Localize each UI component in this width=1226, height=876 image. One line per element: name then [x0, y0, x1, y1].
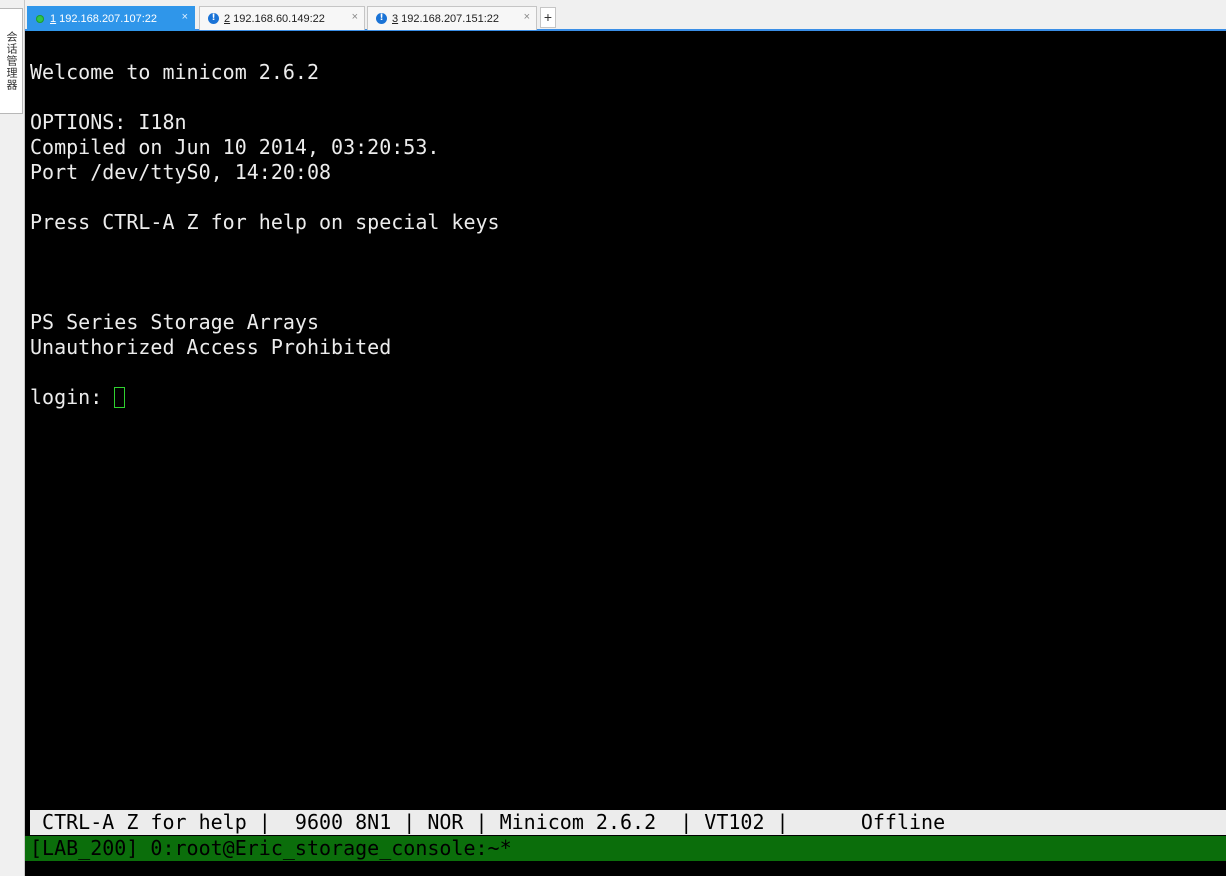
warning-icon: !: [208, 13, 219, 24]
terminal-area[interactable]: Welcome to minicom 2.6.2 OPTIONS: I18n C…: [25, 31, 1226, 876]
tmux-status-bar: [LAB_200] 0:root@Eric_storage_console:~*: [25, 836, 1226, 861]
tab-label: 192.168.60.149:22: [233, 12, 325, 25]
close-icon[interactable]: ×: [352, 11, 358, 23]
connected-status-icon: [36, 15, 44, 23]
tab-session-1[interactable]: 1 192.168.207.107:22 ×: [27, 6, 195, 31]
terminal-line: Welcome to minicom 2.6.2: [30, 60, 319, 84]
terminal-line: Unauthorized Access Prohibited: [30, 335, 392, 359]
tab-label: 192.168.207.151:22: [401, 12, 499, 25]
tab-session-2[interactable]: ! 2 192.168.60.149:22 ×: [199, 6, 365, 30]
terminal-line: Compiled on Jun 10 2014, 03:20:53.: [30, 135, 440, 159]
tab-number: 2: [224, 12, 231, 25]
close-icon[interactable]: ×: [182, 11, 188, 23]
tab-session-3[interactable]: ! 3 192.168.207.151:22 ×: [367, 6, 537, 30]
session-sidebar: 会话管理器: [0, 0, 25, 876]
warning-icon: !: [376, 13, 387, 24]
terminal-line: Press CTRL-A Z for help on special keys: [30, 210, 500, 234]
terminal-cursor: [114, 387, 126, 408]
tab-number: 3: [392, 12, 399, 25]
terminal-line: Port /dev/ttyS0, 14:20:08: [30, 160, 332, 184]
close-icon[interactable]: ×: [524, 11, 530, 23]
session-manager-tab[interactable]: 会话管理器: [0, 8, 23, 114]
terminal-line: OPTIONS: I18n: [30, 110, 187, 134]
add-tab-button[interactable]: +: [540, 7, 556, 28]
tab-label: 192.168.207.107:22: [59, 13, 157, 25]
tab-bar: 1 192.168.207.107:22 × ! 2 192.168.60.14…: [25, 0, 1226, 31]
login-prompt-line: login:: [30, 385, 126, 410]
session-manager-label: 会话管理器: [5, 31, 18, 91]
minicom-status-bar: CTRL-A Z for help | 9600 8N1 | NOR | Min…: [30, 810, 1226, 835]
login-prompt: login:: [30, 385, 115, 409]
tab-number: 1: [50, 13, 57, 25]
terminal-line: PS Series Storage Arrays: [30, 310, 319, 334]
